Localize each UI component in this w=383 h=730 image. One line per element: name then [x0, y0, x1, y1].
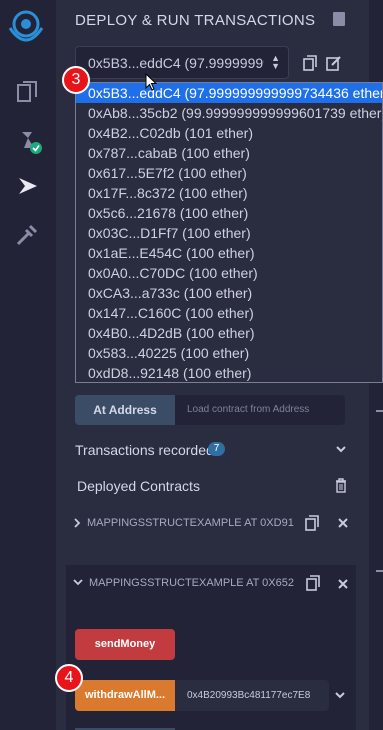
file-explorer-icon[interactable]	[14, 78, 42, 106]
copy-account-icon[interactable]	[303, 55, 317, 71]
account-option[interactable]: 0x583...40225 (100 ether)	[76, 343, 382, 363]
editor-edge-tick	[376, 410, 383, 412]
editor-edge-tick	[376, 570, 383, 572]
account-select-value: 0x5B3...eddC4 (97.999999999999734436 eth…	[88, 55, 264, 71]
chevron-right-icon[interactable]	[73, 518, 81, 528]
withdraw-address-input[interactable]: 0x4B20993Bc481177ec7E8	[175, 680, 329, 711]
account-option[interactable]: 0x4B0...4D2dB (100 ether)	[76, 323, 382, 343]
step-badge-4: 4	[55, 664, 83, 692]
plugin-manager-icon[interactable]	[14, 220, 42, 248]
account-option[interactable]: 0x0A0...C70DC (100 ether)	[76, 263, 382, 283]
account-option[interactable]: 0x17F...8c372 (100 ether)	[76, 183, 382, 203]
at-address-button[interactable]: At Address	[75, 395, 175, 425]
at-address-input[interactable]: Load contract from Address	[175, 395, 345, 425]
account-dropdown: 0x5B3...eddC4 (97.999999999999734436 eth…	[75, 82, 383, 383]
icon-panel	[0, 0, 56, 730]
account-option[interactable]: 0x147...C160C (100 ether)	[76, 303, 382, 323]
account-option[interactable]: 0x03C...D1Ff7 (100 ether)	[76, 223, 382, 243]
close-icon[interactable]	[337, 517, 349, 529]
mouse-cursor-icon	[145, 73, 157, 91]
chevron-down-icon[interactable]	[334, 690, 346, 700]
account-option[interactable]: 0x4B2...C02db (101 ether)	[76, 123, 382, 143]
deployed-contracts-label: Deployed Contracts	[77, 478, 200, 494]
edit-icon[interactable]	[326, 55, 342, 71]
account-option[interactable]: 0x5B3...eddC4 (97.999999999999734436 eth…	[76, 83, 382, 103]
deploy-run-icon[interactable]	[14, 172, 42, 200]
account-option[interactable]: 0xCA3...a733c (100 ether)	[76, 283, 382, 303]
account-option[interactable]: 0x5c6...21678 (100 ether)	[76, 203, 382, 223]
withdraw-all-button[interactable]: withdrawAllM...	[75, 680, 175, 711]
select-arrows-icon: ▲ ▼	[271, 53, 280, 71]
chevron-down-icon[interactable]	[73, 578, 83, 586]
compiler-icon[interactable]	[14, 126, 42, 154]
contract-name: MAPPINGSSTRUCTEXAMPLE AT 0XD91	[87, 517, 294, 529]
send-money-button[interactable]: sendMoney	[75, 629, 175, 660]
account-select[interactable]: 0x5B3...eddC4 (97.999999999999734436 eth…	[75, 46, 289, 79]
copy-address-icon[interactable]	[305, 515, 319, 531]
account-option[interactable]: 0xAb8...35cb2 (99.999999999999601739 eth…	[76, 103, 382, 123]
documentation-icon[interactable]	[333, 12, 345, 26]
account-option[interactable]: 0x787...cabaB (100 ether)	[76, 143, 382, 163]
transactions-recorded-label[interactable]: Transactions recorded	[75, 442, 214, 458]
step-badge-3: 3	[62, 66, 90, 94]
close-icon[interactable]	[337, 578, 349, 590]
remix-logo-icon[interactable]	[6, 8, 46, 48]
panel-title: DEPLOY & RUN TRANSACTIONS	[75, 12, 316, 29]
account-option[interactable]: 0x1aE...E454C (100 ether)	[76, 243, 382, 263]
copy-address-icon[interactable]	[306, 575, 320, 591]
account-option[interactable]: 0x617...5E7f2 (100 ether)	[76, 163, 382, 183]
account-option[interactable]: 0xdD8...92148 (100 ether)	[76, 363, 382, 382]
deployed-contract-item[interactable]: MAPPINGSSTRUCTEXAMPLE AT 0XD91	[56, 508, 369, 538]
contract-name: MAPPINGSSTRUCTEXAMPLE AT 0X652	[89, 577, 294, 589]
transactions-count-badge: 7	[208, 442, 225, 456]
trash-icon[interactable]	[335, 478, 347, 493]
chevron-down-icon[interactable]	[335, 443, 347, 455]
